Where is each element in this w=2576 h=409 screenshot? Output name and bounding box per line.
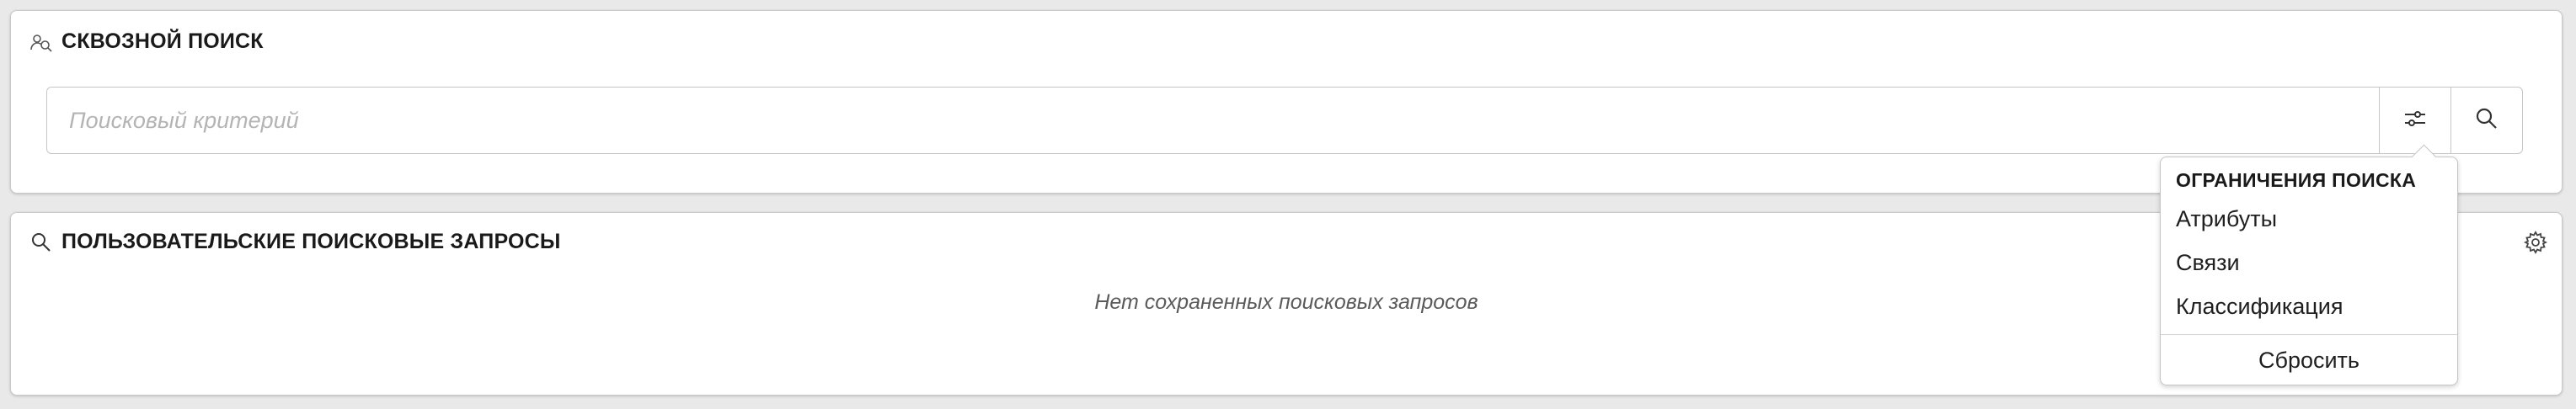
menu-item-links[interactable]: Связи	[2176, 250, 2240, 276]
reset-button[interactable]: Сбросить	[2161, 348, 2457, 374]
search-button[interactable]	[2450, 88, 2522, 153]
user-queries-header: ПОЛЬЗОВАТЕЛЬСКИЕ ПОИСКОВЫЕ ЗАПРОСЫ	[29, 230, 561, 254]
menu-item-classification[interactable]: Классификация	[2176, 294, 2343, 320]
dropdown-divider	[2161, 334, 2457, 335]
search-restrictions-dropdown: ОГРАНИЧЕНИЯ ПОИСКА Атрибуты Связи Класси…	[2160, 144, 2458, 385]
page-title: СКВОЗНОЙ ПОИСК	[61, 29, 264, 53]
person-search-icon	[29, 30, 53, 54]
search-filter-button[interactable]	[2379, 88, 2450, 153]
search-input[interactable]	[47, 88, 2379, 153]
section-title: ПОЛЬЗОВАТЕЛЬСКИЕ ПОИСКОВЫЕ ЗАПРОСЫ	[61, 230, 561, 253]
dropdown-title: ОГРАНИЧЕНИЯ ПОИСКА	[2176, 169, 2417, 191]
gear-icon[interactable]	[2523, 230, 2548, 255]
global-search-header: СКВОЗНОЙ ПОИСК	[29, 29, 264, 54]
menu-item-attributes[interactable]: Атрибуты	[2176, 206, 2277, 232]
magnifier-icon	[29, 231, 53, 254]
sliders-icon	[2401, 104, 2429, 137]
magnifier-icon	[2472, 104, 2501, 137]
search-bar	[46, 87, 2523, 154]
